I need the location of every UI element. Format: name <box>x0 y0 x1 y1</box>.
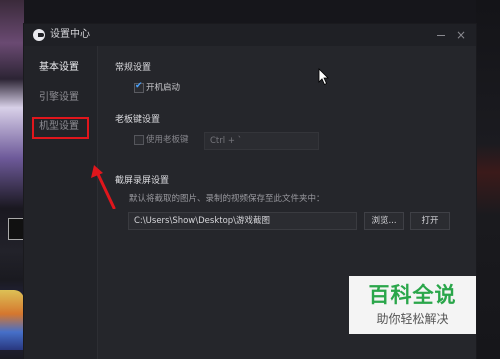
minimize-icon <box>437 35 445 36</box>
settings-sidebar: 基本设置 引擎设置 机型设置 <box>24 46 97 359</box>
sidebar-item-model-settings[interactable]: 机型设置 <box>24 116 97 138</box>
section-title-screenshot: 截屏录屏设置 <box>115 176 170 186</box>
title-bar: 设置中心 × <box>24 24 476 46</box>
sidebar-divider <box>97 46 98 359</box>
window-title: 设置中心 <box>50 29 90 40</box>
boss-key-checkbox[interactable] <box>134 135 144 145</box>
browse-button[interactable]: 浏览... <box>364 212 404 230</box>
app-logo-icon <box>33 29 45 41</box>
screenshot-folder-description: 默认将截取的图片、录制的视频保存至此文件夹中： <box>129 194 325 204</box>
close-button[interactable]: × <box>454 28 468 42</box>
section-title-boss-key: 老板键设置 <box>115 115 161 125</box>
boss-key-hotkey-input[interactable]: Ctrl + ` <box>204 132 319 150</box>
section-title-general: 常规设置 <box>115 63 152 73</box>
mouse-cursor-icon <box>318 68 329 86</box>
autostart-label[interactable]: 开机启动 <box>146 83 180 93</box>
watermark-title: 百科全说 <box>368 283 457 307</box>
minimize-button[interactable] <box>434 28 448 42</box>
screenshot-path-input[interactable]: C:\Users\Show\Desktop\游戏截图 <box>128 212 357 230</box>
open-folder-button[interactable]: 打开 <box>410 212 450 230</box>
sidebar-item-engine-settings[interactable]: 引擎设置 <box>24 87 97 109</box>
background-game-character <box>0 290 24 350</box>
watermark-subtitle: 助你轻松解决 <box>376 312 449 326</box>
boss-key-label[interactable]: 使用老板键 <box>146 135 189 145</box>
autostart-checkbox[interactable] <box>134 81 144 93</box>
watermark-badge: 百科全说 助你轻松解决 <box>349 276 476 334</box>
background-game-frame <box>8 218 24 240</box>
sidebar-item-basic-settings[interactable]: 基本设置 <box>24 57 97 79</box>
background-game-right <box>476 0 500 359</box>
